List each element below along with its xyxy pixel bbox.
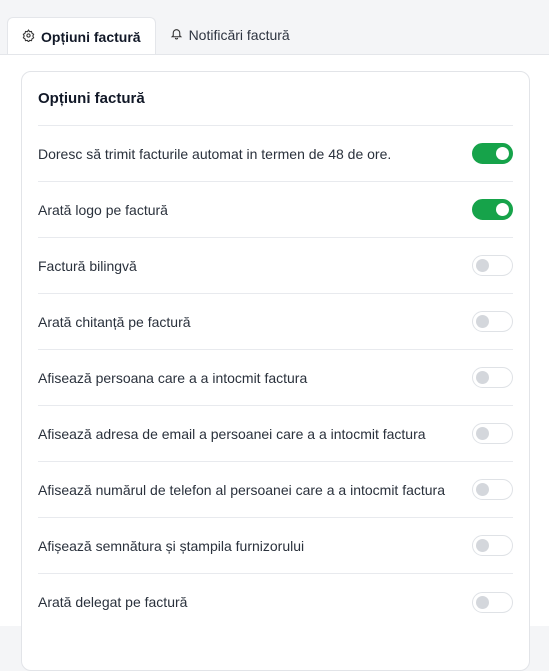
toggle-knob	[476, 371, 489, 384]
option-toggle[interactable]	[472, 479, 513, 500]
option-toggle[interactable]	[472, 199, 513, 220]
tab-label: Notificări factură	[188, 27, 290, 43]
option-label: Afisează adresa de email a persoanei car…	[38, 425, 426, 442]
option-row: Afisează adresa de email a persoanei car…	[38, 406, 513, 462]
tab-bar: Opțiuni factură Notificări factură	[0, 0, 549, 55]
option-row: Afișează semnătura și ștampila furnizoru…	[38, 518, 513, 574]
option-toggle[interactable]	[472, 143, 513, 164]
option-label: Afișează semnătura și ștampila furnizoru…	[38, 537, 305, 554]
gear-icon	[22, 28, 35, 45]
toggle-knob	[476, 595, 489, 609]
option-row: Arată logo pe factură	[38, 182, 513, 238]
option-label: Factură bilingvă	[38, 257, 137, 274]
option-label: Arată delegat pe factură	[38, 594, 188, 610]
bell-icon	[170, 27, 183, 43]
option-label: Afisează numărul de telefon al persoanei…	[38, 481, 446, 498]
toggle-knob	[476, 427, 489, 440]
tab-panel: Opțiuni factură Doresc să trimit facturi…	[0, 54, 549, 671]
options-card: Opțiuni factură Doresc să trimit facturi…	[21, 71, 530, 671]
toggle-knob	[496, 203, 509, 216]
option-toggle[interactable]	[472, 367, 513, 388]
option-row: Doresc să trimit facturile automat in te…	[38, 126, 513, 182]
option-toggle[interactable]	[472, 255, 513, 276]
toggle-knob	[476, 483, 489, 496]
option-row: Afisează numărul de telefon al persoanei…	[38, 462, 513, 518]
option-toggle[interactable]	[472, 591, 513, 613]
toggle-knob	[496, 147, 509, 160]
tab-optiuni-factura[interactable]: Opțiuni factură	[7, 17, 156, 55]
option-label: Arată chitanță pe factură	[38, 313, 191, 330]
option-row: Arată delegat pe factură	[38, 574, 513, 630]
option-row: Factură bilingvă	[38, 238, 513, 294]
tab-notificari-factura[interactable]: Notificări factură	[156, 16, 304, 54]
option-toggle[interactable]	[472, 311, 513, 332]
option-label: Doresc să trimit facturile automat in te…	[38, 145, 392, 162]
option-toggle[interactable]	[472, 423, 513, 444]
option-row: Arată chitanță pe factură	[38, 294, 513, 350]
card-title: Opțiuni factură	[38, 72, 513, 126]
option-label: Afisează persoana care a a intocmit fact…	[38, 369, 308, 386]
option-label: Arată logo pe factură	[38, 201, 168, 218]
option-row: Afisează persoana care a a intocmit fact…	[38, 350, 513, 406]
toggle-knob	[476, 259, 489, 272]
tab-label: Opțiuni factură	[41, 28, 141, 45]
toggle-knob	[476, 539, 489, 552]
toggle-knob	[476, 315, 489, 328]
option-toggle[interactable]	[472, 535, 513, 556]
